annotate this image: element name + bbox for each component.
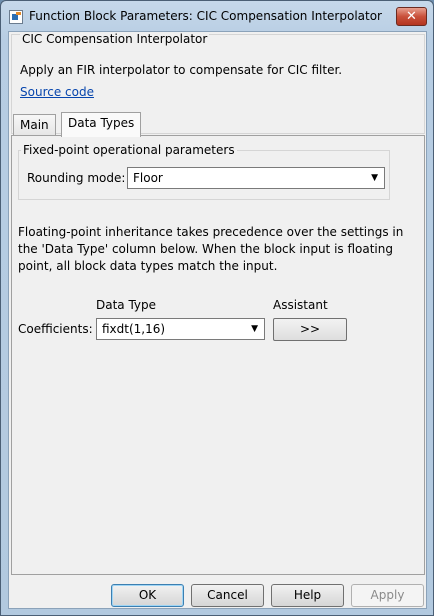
rounding-mode-label: Rounding mode: (27, 171, 126, 185)
close-button[interactable]: ✕ (396, 7, 427, 26)
close-icon: ✕ (406, 9, 417, 24)
inheritance-info-text: Floating-point inheritance takes precede… (18, 225, 404, 273)
simulink-block-icon (9, 10, 23, 24)
coefficients-data-type-dropdown[interactable]: fixdt(1,16) ▼ (96, 318, 265, 340)
fixed-point-params-title: Fixed-point operational parameters (21, 143, 237, 157)
rounding-mode-dropdown[interactable]: Floor ▼ (127, 167, 385, 189)
block-description: Apply an FIR interpolator to compensate … (20, 63, 343, 77)
cancel-button[interactable]: Cancel (191, 584, 264, 607)
dialog-window: Function Block Parameters: CIC Compensat… (0, 0, 434, 616)
tab-main-label: Main (20, 118, 49, 132)
coefficients-data-type-value: fixdt(1,16) (102, 322, 166, 336)
rounding-mode-value: Floor (133, 171, 163, 185)
help-button[interactable]: Help (271, 584, 344, 607)
source-code-link[interactable]: Source code (20, 85, 94, 99)
apply-button[interactable]: Apply (351, 584, 424, 607)
tab-data-types-label: Data Types (68, 116, 135, 130)
ok-button[interactable]: OK (111, 584, 184, 607)
data-type-column-header: Data Type (96, 298, 157, 312)
data-type-assistant-button[interactable]: >> (273, 318, 347, 341)
dialog-body: CIC Compensation Interpolator Apply an F… (8, 31, 427, 609)
assistant-column-header: Assistant (273, 298, 328, 312)
title-bar[interactable]: Function Block Parameters: CIC Compensat… (1, 1, 433, 31)
dropdown-arrow-icon: ▼ (251, 324, 258, 334)
dropdown-arrow-icon: ▼ (371, 173, 378, 183)
tab-main[interactable]: Main (13, 114, 56, 136)
tab-data-types[interactable]: Data Types (61, 112, 142, 137)
block-name-heading: CIC Compensation Interpolator (20, 32, 210, 46)
window-title: Function Block Parameters: CIC Compensat… (29, 9, 382, 23)
coefficients-label: Coefficients: (18, 322, 93, 336)
data-types-panel: Fixed-point operational parameters Round… (11, 135, 425, 575)
fixed-point-params-group: Fixed-point operational parameters Round… (18, 143, 390, 200)
